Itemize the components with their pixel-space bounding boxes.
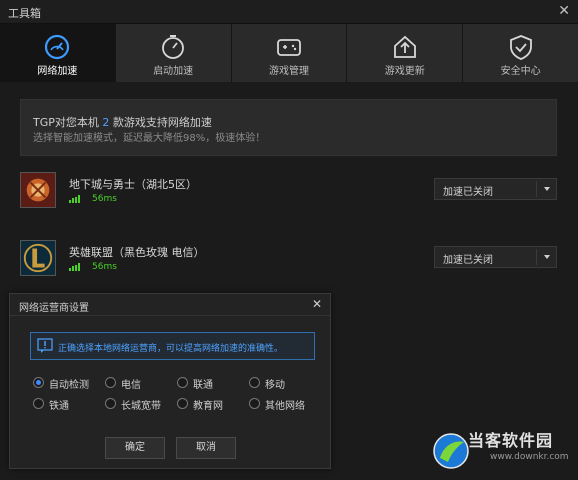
radio-label: 电信 xyxy=(121,380,141,391)
radio-circle[interactable] xyxy=(177,377,188,388)
select-divider xyxy=(536,249,537,265)
radio-label: 自动检测 xyxy=(49,380,89,391)
tab-startup-acceleration[interactable]: 启动加速 xyxy=(114,24,231,82)
radio-circle[interactable] xyxy=(249,377,260,388)
speedometer-icon xyxy=(45,34,70,60)
notice-suffix: 款游戏支持网络加速 xyxy=(112,116,212,129)
signal-icon xyxy=(69,195,83,203)
supported-count: 2 xyxy=(102,116,110,129)
acceleration-select[interactable]: 加速已关闭 xyxy=(434,246,557,268)
game-name: 地下城与勇士（湖北5区） xyxy=(69,178,197,191)
dnf-game-icon xyxy=(20,172,56,208)
downkr-logo-icon xyxy=(433,433,469,469)
lol-game-icon xyxy=(20,240,56,276)
dialog-tip: 正确选择本地网络运营商，可以提高网络加速的准确性。 xyxy=(30,332,315,360)
radio-circle[interactable] xyxy=(105,398,116,409)
ping-value: 56ms xyxy=(92,262,117,272)
tab-label: 游戏管理 xyxy=(268,66,309,77)
dialog-title-bar: 网络运营商设置 ✕ xyxy=(10,294,330,316)
tip-text: 正确选择本地网络运营商，可以提高网络加速的准确性。 xyxy=(58,344,284,354)
radio-label: 教育网 xyxy=(193,401,223,412)
radio-label: 移动 xyxy=(265,380,285,391)
tab-security-center[interactable]: 安全中心 xyxy=(462,24,578,82)
chevron-down-icon[interactable] xyxy=(544,187,550,191)
shield-check-icon xyxy=(509,35,532,60)
info-icon xyxy=(37,338,53,353)
confirm-button[interactable]: 确定 xyxy=(105,437,165,459)
ping-value: 56ms xyxy=(92,194,117,204)
close-icon[interactable]: ✕ xyxy=(558,3,570,19)
isp-settings-dialog: 网络运营商设置 ✕ 正确选择本地网络运营商，可以提高网络加速的准确性。 自动检测… xyxy=(9,293,331,469)
notice-prefix: TGP对您本机 xyxy=(33,116,99,129)
cancel-button[interactable]: 取消 xyxy=(176,437,236,459)
tab-label: 网络加速 xyxy=(37,66,78,77)
tab-label: 游戏更新 xyxy=(384,66,425,77)
radio-label: 铁通 xyxy=(49,401,69,412)
notice-headline: TGP对您本机 2 款游戏支持网络加速 xyxy=(33,114,212,130)
tab-network-acceleration[interactable]: 网络加速 xyxy=(0,24,115,82)
game-row-dnf: 地下城与勇士（湖北5区） 56ms 加速已关闭 xyxy=(20,172,557,210)
tab-label: 启动加速 xyxy=(153,66,194,77)
close-icon[interactable]: ✕ xyxy=(312,297,322,311)
radio-circle[interactable] xyxy=(33,398,44,409)
window-title: 工具箱 xyxy=(8,7,41,20)
watermark-name: 当客软件园 xyxy=(468,431,554,450)
watermark-url: www.downkr.com xyxy=(490,452,569,462)
radio-circle[interactable] xyxy=(177,398,188,409)
notice-subtext: 选择智能加速模式，延迟最大降低98%，极速体验！ xyxy=(33,133,266,144)
support-notice: TGP对您本机 2 款游戏支持网络加速 选择智能加速模式，延迟最大降低98%，极… xyxy=(20,99,557,156)
tab-game-update[interactable]: 游戏更新 xyxy=(346,24,463,82)
select-divider xyxy=(536,181,537,197)
stopwatch-icon xyxy=(162,35,185,59)
game-row-lol: 英雄联盟（黑色玫瑰 电信） 56ms 加速已关闭 xyxy=(20,240,557,278)
tab-bar: 网络加速 启动加速 游戏管理 游戏更新 安全中心 xyxy=(0,24,578,82)
select-value: 加速已关闭 xyxy=(443,255,493,266)
signal-icon xyxy=(69,263,83,271)
radio-circle[interactable] xyxy=(33,377,44,388)
chevron-down-icon[interactable] xyxy=(544,255,550,259)
gamepad-icon xyxy=(277,39,301,56)
tab-game-management[interactable]: 游戏管理 xyxy=(230,24,347,82)
dialog-title: 网络运营商设置 xyxy=(19,303,89,314)
radio-circle[interactable] xyxy=(249,398,260,409)
radio-label: 联通 xyxy=(193,380,213,391)
tab-label: 安全中心 xyxy=(500,66,541,77)
select-value: 加速已关闭 xyxy=(443,187,493,198)
radio-circle[interactable] xyxy=(105,377,116,388)
title-bar: 工具箱 ✕ xyxy=(0,0,578,24)
radio-label: 其他网络 xyxy=(265,401,305,412)
acceleration-select[interactable]: 加速已关闭 xyxy=(434,178,557,200)
watermark: 当客软件园 www.downkr.com xyxy=(432,426,572,472)
upload-icon xyxy=(393,35,416,58)
radio-label: 长城宽带 xyxy=(121,401,161,412)
game-name: 英雄联盟（黑色玫瑰 电信） xyxy=(69,246,205,259)
